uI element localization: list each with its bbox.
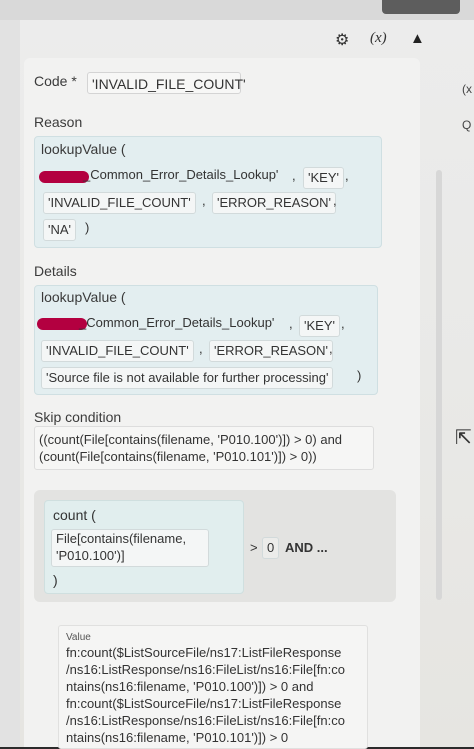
close-paren: ) (53, 572, 58, 588)
redacted-text (39, 171, 89, 183)
lookup-table-name: _Common_Error_Details_Lookup' (83, 167, 279, 182)
separator: , (292, 168, 296, 183)
arg-chip[interactable]: 'Source file is not available for furthe… (41, 367, 334, 389)
scrollbar[interactable] (436, 170, 442, 600)
separator: , (199, 341, 203, 356)
skip-condition-field[interactable]: ((count(File[contains(filename, 'P010.10… (34, 426, 374, 470)
details-label: Details (34, 263, 77, 279)
value-label: Value (66, 632, 91, 643)
details-expression[interactable]: lookupValue ( _Common_Error_Details_Look… (34, 285, 378, 395)
value-line: fn:count($ListSourceFile/ns17:ListFileRe… (66, 645, 342, 660)
value-line: /ns16:ListResponse/ns16:FileList/ns16:Fi… (66, 662, 345, 677)
close-paren: ) (85, 220, 90, 235)
separator: , (329, 341, 333, 356)
value-line: ntains(ns16:filename, 'P010.101')]) > 0 (66, 730, 289, 745)
key-chip[interactable]: 'KEY' (299, 315, 340, 337)
arg-chip[interactable]: 'ERROR_REASON' (209, 340, 334, 362)
separator: , (341, 316, 345, 331)
skip-condition-label: Skip condition (34, 409, 122, 425)
value-field: Value fn:count($ListSourceFile/ns17:List… (58, 625, 368, 749)
reason-label: Reason (34, 114, 83, 130)
lookup-function: lookupValue ( (41, 289, 126, 305)
gear-icon[interactable]: ⚙ (335, 30, 349, 50)
function-icon[interactable]: (x) (370, 30, 387, 47)
lookup-function: lookupValue ( (41, 141, 126, 157)
warning-icon[interactable]: ▲ (410, 30, 425, 47)
close-paren: ) (357, 368, 362, 383)
value-line: ntains(ns16:filename, 'P010.100')]) > 0 … (66, 679, 314, 694)
skip-condition-line: (count(File[contains(filename, 'P010.101… (39, 449, 317, 464)
comparison-operator[interactable]: > (250, 540, 258, 555)
count-argument-line: File[contains(filename, (56, 531, 187, 546)
reason-expression[interactable]: lookupValue ( _Common_Error_Details_Look… (34, 136, 382, 248)
top-bar (0, 0, 474, 20)
count-expression[interactable]: count ( File[contains(filename, 'P010.10… (44, 500, 244, 594)
count-argument-line: 'P010.100')] (56, 548, 125, 563)
arg-chip[interactable]: 'NA' (43, 219, 77, 241)
separator: , (202, 193, 206, 208)
mouse-cursor-icon: ⇱ (455, 427, 472, 449)
separator: , (345, 168, 349, 183)
separator: , (289, 316, 293, 331)
expression-icon-cut[interactable]: (x (462, 82, 472, 96)
screen: ⚙ (x) ▲ (x Q Code * 'INVALID_FILE_COUNT'… (0, 0, 474, 749)
top-bar-button[interactable] (382, 0, 460, 14)
and-operator[interactable]: AND ... (285, 540, 328, 555)
left-sidebar (0, 20, 20, 747)
key-chip[interactable]: 'KEY' (303, 167, 344, 189)
value-line: /ns16:ListResponse/ns16:FileList/ns16:Fi… (66, 713, 345, 728)
search-icon[interactable]: Q (462, 118, 471, 132)
value-line: fn:count($ListSourceFile/ns17:ListFileRe… (66, 696, 342, 711)
count-argument-chip[interactable]: File[contains(filename, 'P010.100')] (51, 529, 209, 567)
lookup-table-name: _Common_Error_Details_Lookup' (79, 315, 275, 330)
arg-chip[interactable]: 'INVALID_FILE_COUNT' (43, 192, 196, 214)
arg-chip[interactable]: 'ERROR_REASON' (212, 192, 337, 214)
code-label: Code * (34, 73, 77, 89)
code-field[interactable]: 'INVALID_FILE_COUNT' (87, 72, 246, 94)
count-function: count ( (53, 507, 96, 523)
arg-chip[interactable]: 'INVALID_FILE_COUNT' (41, 340, 194, 362)
comparison-value[interactable]: 0 (262, 537, 280, 559)
separator: , (333, 193, 337, 208)
skip-condition-line: ((count(File[contains(filename, 'P010.10… (39, 432, 343, 447)
